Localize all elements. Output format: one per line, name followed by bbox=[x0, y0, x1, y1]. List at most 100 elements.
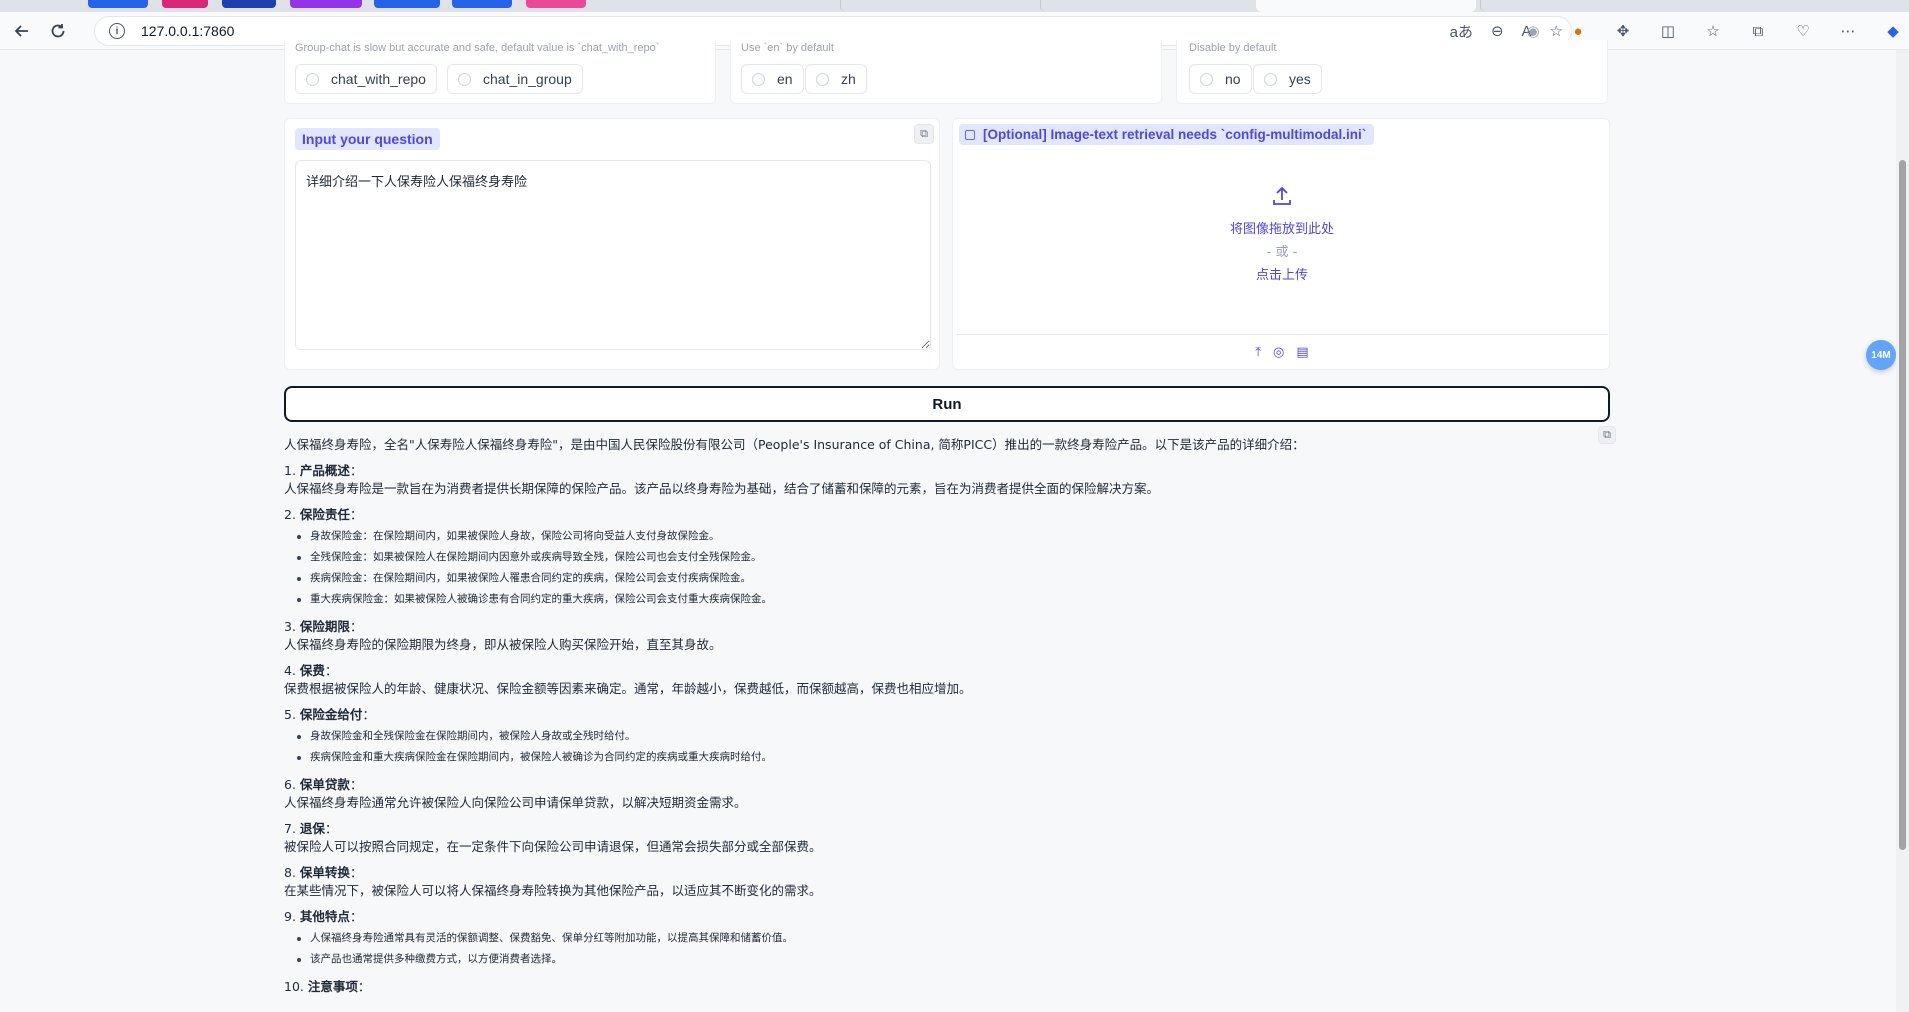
section-list: 身故保险金：在保险期间内，如果被保险人身故，保险公司将向受益人支付身故保险金。全… bbox=[284, 526, 1604, 610]
browser-tab[interactable] bbox=[1480, 0, 1680, 12]
question-input[interactable]: 详细介绍一下人保寿险人保福终身寿险 bbox=[295, 160, 931, 350]
section-heading: 保单贷款 bbox=[299, 777, 350, 792]
radio-no[interactable]: no bbox=[1189, 64, 1252, 94]
copy-icon[interactable]: ⧉ bbox=[914, 124, 934, 144]
section-list: 身故保险金和全残保险金在保险期间内，被保险人身故或全残时给付。 疾病保险金和重大疾… bbox=[284, 726, 1604, 768]
answer-section: 9. 其他特点： 人保福终身寿险通常具有灵活的保额调整、保费豁免、保单分红等附加功… bbox=[284, 908, 1604, 970]
upload-icon bbox=[1268, 182, 1296, 210]
browser-tab[interactable] bbox=[222, 0, 276, 8]
image-drop-zone[interactable]: 将图像拖放到此处 - 或 - 点击上传 bbox=[956, 150, 1608, 333]
radio-dot[interactable] bbox=[816, 72, 829, 86]
section-number: 5. bbox=[284, 707, 296, 722]
answer-section: 10. 注意事项： bbox=[284, 978, 1604, 996]
radio-chat-in-group[interactable]: chat_in_group bbox=[447, 64, 583, 94]
browser-tab[interactable] bbox=[374, 0, 440, 8]
section-body: 人保福终身寿险是一款旨在为消费者提供长期保障的保险产品。该产品以终身寿险为基础，… bbox=[284, 481, 1160, 496]
browser-tab[interactable] bbox=[840, 0, 1040, 12]
answer-section: 4. 保费： 保费根据被保险人的年龄、健康状况、保险金额等因素来确定。通常，年龄越… bbox=[284, 662, 1604, 698]
radio-yes[interactable]: yes bbox=[1253, 64, 1322, 94]
image-upload-label: [Optional] Image-text retrieval needs `c… bbox=[959, 124, 1375, 145]
back-icon[interactable] bbox=[4, 15, 40, 47]
drop-text: 将图像拖放到此处 bbox=[1229, 222, 1334, 237]
section-heading: 注意事项 bbox=[307, 979, 358, 994]
list-item: 疾病保险金和重大疾病保险金在保险期间内，被保险人被确诊为合同约定的疾病或重大疾病… bbox=[297, 747, 1604, 768]
language-panel: Use `en` by default en zh bbox=[730, 40, 1162, 104]
browser-tab[interactable] bbox=[452, 0, 512, 8]
upload-source-icon[interactable]: ⤒ bbox=[1255, 344, 1261, 360]
browser-tab[interactable] bbox=[88, 0, 148, 8]
section-body: 在某些情况下，被保险人可以将人保福终身寿险转换为其他保险产品，以适应其不断变化的… bbox=[284, 883, 822, 898]
section-number: 1. bbox=[284, 463, 296, 478]
radio-dot[interactable] bbox=[1264, 72, 1277, 86]
answer-section: 5. 保险金给付： 身故保险金和全残保险金在保险期间内，被保险人身故或全残时给付。… bbox=[284, 706, 1604, 768]
translate-icon[interactable]: aあ bbox=[1450, 21, 1473, 42]
url-text[interactable]: 127.0.0.1:7860 bbox=[141, 23, 234, 39]
collections-icon[interactable]: ⧉ bbox=[1745, 23, 1771, 40]
section-heading: 保险金给付 bbox=[299, 707, 363, 722]
section-list: 人保福终身寿险通常具有灵活的保额调整、保费豁免、保单分红等附加功能，以提高其保障… bbox=[284, 928, 1604, 970]
browser-tab[interactable] bbox=[1040, 0, 1240, 12]
section-title: 2. 保险责任： bbox=[284, 507, 363, 522]
section-heading: 保险期限 bbox=[299, 619, 350, 634]
browser-tab[interactable] bbox=[162, 0, 208, 8]
cookie-extension-icon[interactable]: ● bbox=[1565, 23, 1591, 40]
section-title: 1. 产品概述： bbox=[284, 463, 363, 478]
section-number: 2. bbox=[284, 507, 296, 522]
answer-section: 6. 保单贷款： 人保福终身寿险通常允许被保险人向保险公司申请保单贷款，以解决短期… bbox=[284, 776, 1604, 812]
section-number: 7. bbox=[284, 821, 296, 836]
favorites-icon[interactable]: ☆ bbox=[1700, 22, 1726, 40]
scrollbar-thumb[interactable] bbox=[1899, 160, 1906, 850]
image-upload-label-text: [Optional] Image-text retrieval needs `c… bbox=[983, 127, 1367, 142]
answer-output: 人保福终身寿险，全名"人保寿险人保福终身寿险"，是由中国人民保险股份有限公司（P… bbox=[284, 436, 1604, 996]
list-item: 人保福终身寿险通常具有灵活的保额调整、保费豁免、保单分红等附加功能，以提高其保障… bbox=[297, 928, 1604, 949]
radio-label: en bbox=[777, 71, 793, 87]
list-item: 疾病保险金：在保险期间内，如果被保险人罹患合同约定的疾病，保险公司会支付疾病保险… bbox=[297, 568, 1604, 589]
browser-tab[interactable] bbox=[290, 0, 362, 8]
question-label: Input your question bbox=[295, 128, 440, 150]
section-title: 8. 保单转换： bbox=[284, 865, 363, 880]
chat-mode-panel: Group-chat is slow but accurate and safe… bbox=[284, 40, 716, 104]
list-item: 该产品也通常提供多种缴费方式，以方便消费者选择。 bbox=[297, 949, 1604, 970]
split-screen-icon[interactable]: ◫ bbox=[1655, 22, 1681, 40]
section-body: 人保福终身寿险通常允许被保险人向保险公司申请保单贷款，以解决短期资金需求。 bbox=[284, 795, 747, 810]
section-title: 10. 注意事项： bbox=[284, 979, 371, 994]
radio-dot[interactable] bbox=[752, 72, 765, 86]
or-text: - 或 - bbox=[1266, 245, 1298, 260]
run-button[interactable]: Run bbox=[284, 386, 1610, 422]
click-upload-text[interactable]: 点击上传 bbox=[956, 264, 1608, 283]
section-title: 7. 退保： bbox=[284, 821, 338, 836]
info-icon[interactable]: i bbox=[109, 23, 125, 39]
browser-tab-active[interactable] bbox=[1256, 0, 1476, 12]
list-item: 全残保险金：如果被保险人在保险期间内因意外或疾病导致全残，保险公司也会支付全残保… bbox=[297, 547, 1604, 568]
radio-zh[interactable]: zh bbox=[805, 64, 867, 94]
list-item: 身故保险金：在保险期间内，如果被保险人身故，保险公司将向受益人支付身故保险金。 bbox=[297, 526, 1604, 547]
browser-tab[interactable] bbox=[526, 0, 586, 8]
clipboard-source-icon[interactable]: ▤ bbox=[1296, 344, 1308, 360]
section-body: 保费根据被保险人的年龄、健康状况、保险金额等因素来确定。通常，年龄越小，保费越低… bbox=[284, 681, 972, 696]
radio-label: chat_with_repo bbox=[331, 71, 426, 87]
radio-label: chat_in_group bbox=[483, 71, 572, 87]
radio-en[interactable]: en bbox=[741, 64, 804, 94]
extensions-puzzle-icon[interactable]: ✥ bbox=[1610, 22, 1636, 40]
extension-icon[interactable]: ◉ bbox=[1520, 22, 1546, 40]
radio-dot[interactable] bbox=[306, 72, 319, 86]
floating-badge[interactable]: 14M bbox=[1866, 340, 1896, 370]
copilot-icon[interactable]: ◆ bbox=[1880, 22, 1906, 40]
radio-dot[interactable] bbox=[458, 72, 471, 86]
refresh-icon[interactable] bbox=[40, 15, 76, 47]
section-heading: 保费 bbox=[299, 663, 325, 678]
more-menu-icon[interactable]: ⋯ bbox=[1835, 22, 1861, 40]
radio-label: no bbox=[1225, 71, 1241, 87]
answer-section: 2. 保险责任： 身故保险金：在保险期间内，如果被保险人身故，保险公司将向受益人支… bbox=[284, 506, 1604, 610]
performance-icon[interactable]: ♡ bbox=[1790, 22, 1816, 40]
radio-chat-with-repo[interactable]: chat_with_repo bbox=[295, 64, 437, 94]
radio-label: yes bbox=[1289, 71, 1311, 87]
zoom-icon[interactable]: ⊖ bbox=[1491, 22, 1504, 40]
section-number: 4. bbox=[284, 663, 296, 678]
section-number: 3. bbox=[284, 619, 296, 634]
browser-tab-strip bbox=[0, 0, 1909, 12]
webcam-source-icon[interactable]: ◎ bbox=[1273, 344, 1284, 360]
radio-dot[interactable] bbox=[1200, 72, 1213, 86]
page-scrollbar[interactable] bbox=[1896, 50, 1909, 1012]
list-item: 重大疾病保险金：如果被保险人被确诊患有合同约定的重大疾病，保险公司会支付重大疾病… bbox=[297, 589, 1604, 610]
